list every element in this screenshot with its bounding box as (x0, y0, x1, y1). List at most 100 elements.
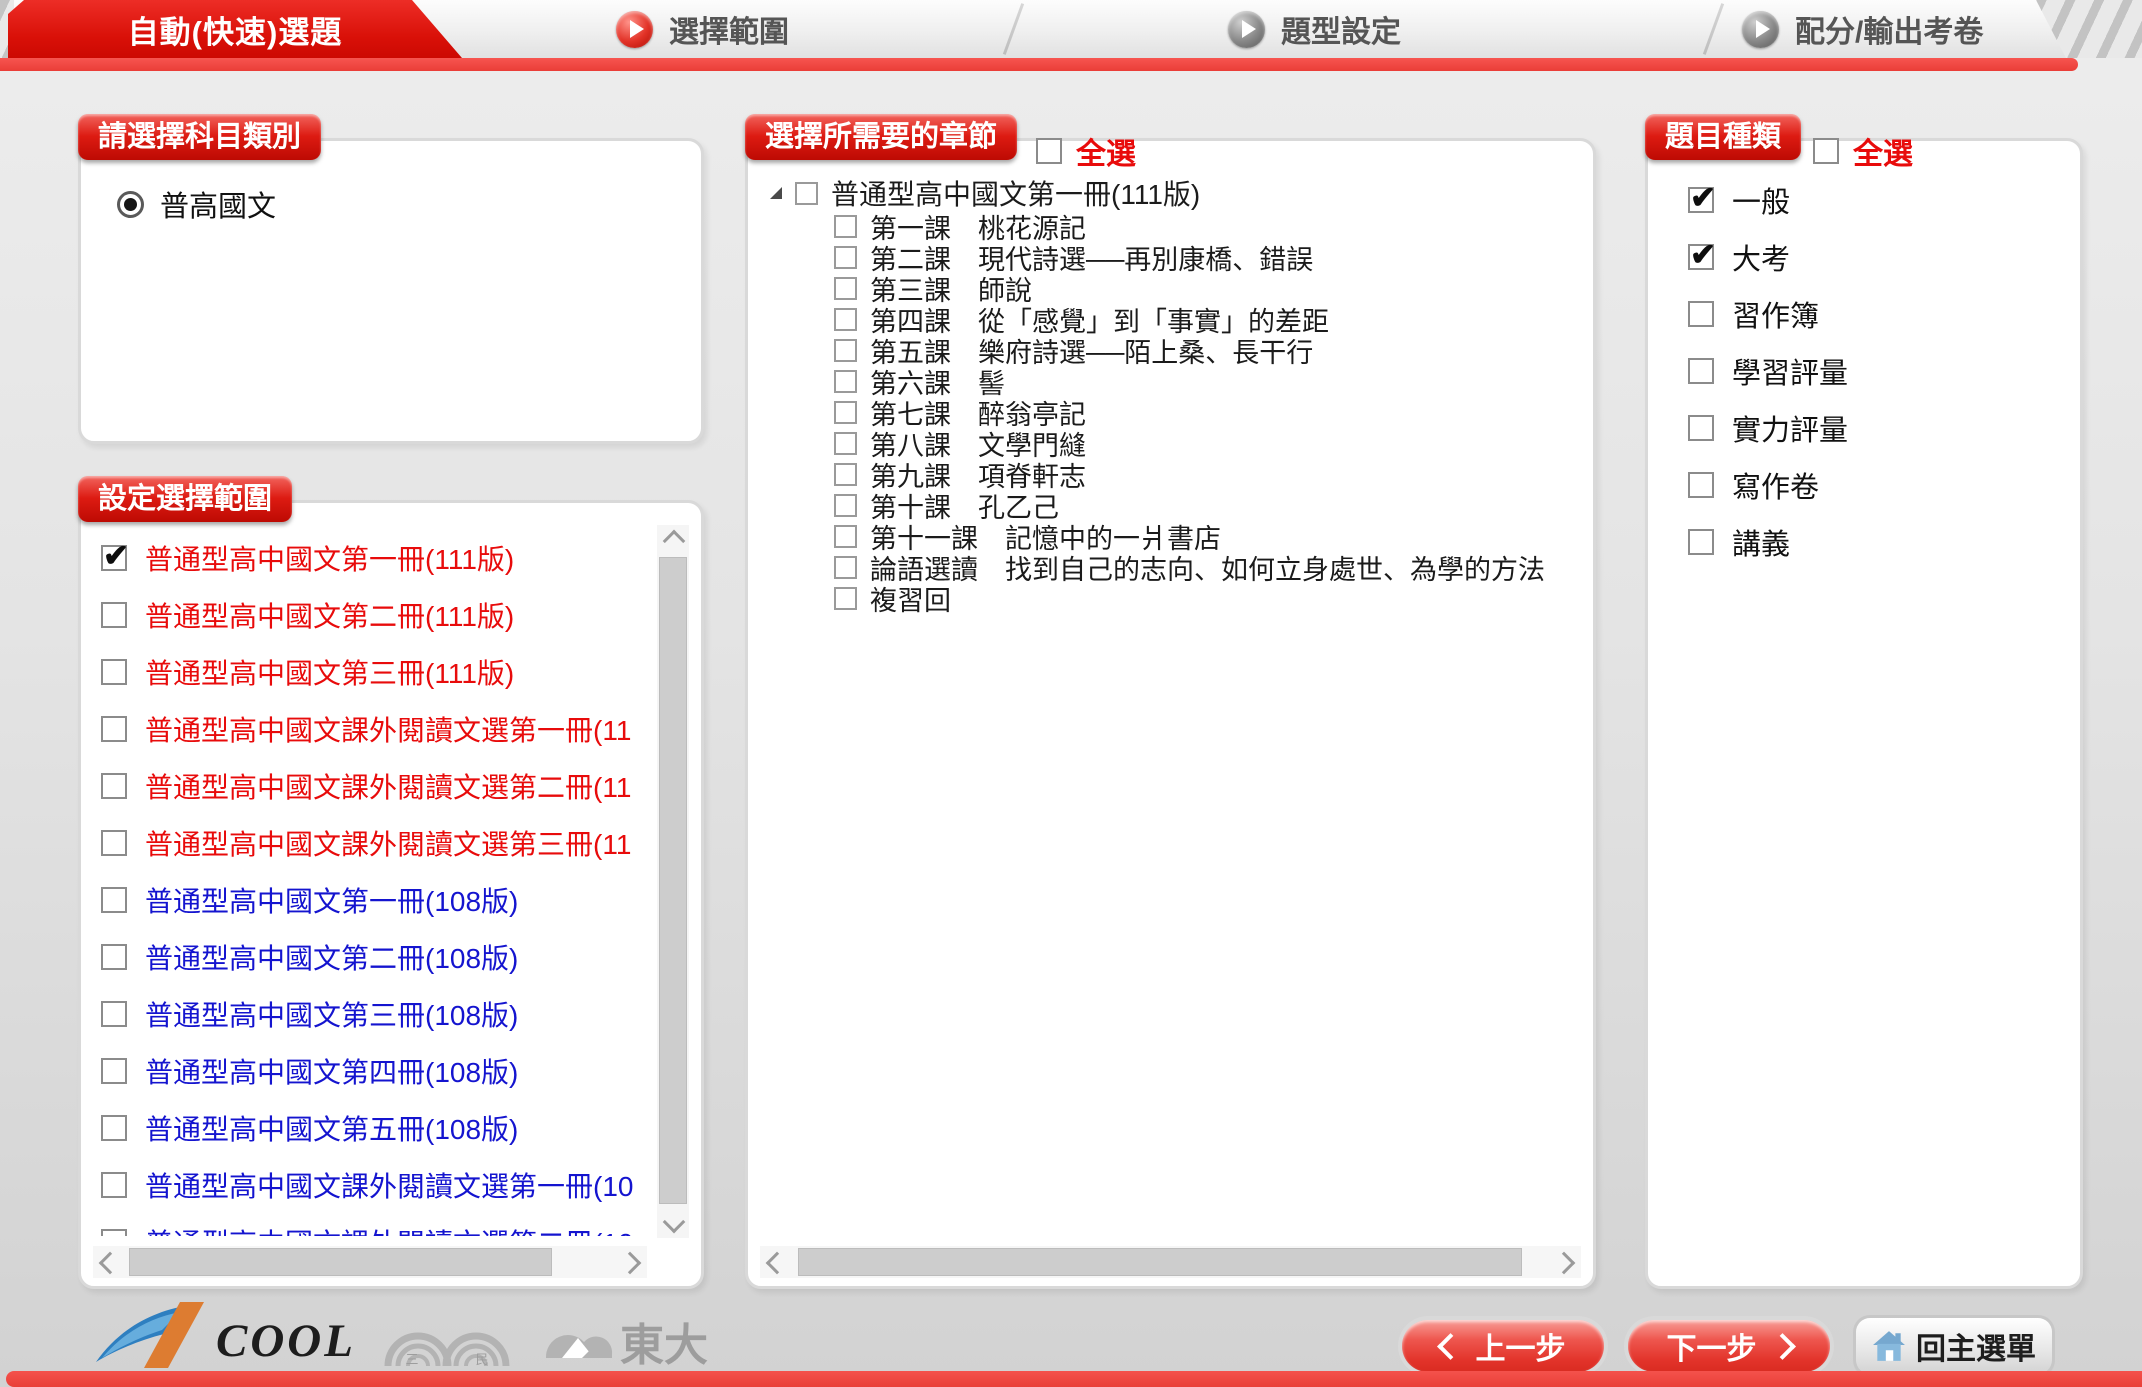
type-list-item[interactable]: 實力評量 (1688, 399, 2066, 456)
type-list-item[interactable]: 學習評量 (1688, 342, 2066, 399)
checkbox[interactable] (834, 587, 857, 610)
scrollbar-thumb[interactable] (798, 1248, 1522, 1276)
checkbox[interactable] (101, 1058, 127, 1084)
checkbox[interactable] (101, 1115, 127, 1141)
checkbox[interactable] (101, 773, 127, 799)
range-item-label[interactable]: 普通型高中國文第二冊(108版) (145, 937, 518, 977)
checkbox[interactable] (834, 277, 857, 300)
chapter-tree: 普通型高中國文第一冊(111版) 第一課 桃花源記 第二課 現代詩選──再別康橋… (770, 175, 1583, 1232)
checkbox[interactable] (1688, 472, 1714, 498)
vertical-scrollbar[interactable] (657, 525, 689, 1238)
checkbox[interactable] (834, 339, 857, 362)
chapter-label[interactable]: 複習回 (870, 579, 951, 618)
scrollbar-thumb[interactable] (129, 1248, 552, 1276)
range-item-label[interactable]: 普通型高中國文第一冊(111版) (145, 538, 514, 578)
checkbox[interactable] (834, 308, 857, 331)
tab-question-type-setting[interactable]: 題型設定 (1228, 0, 1401, 58)
checkbox[interactable] (834, 215, 857, 238)
checkbox[interactable] (101, 602, 127, 628)
tab-select-range[interactable]: 選擇範圍 (616, 0, 789, 58)
next-step-button[interactable]: 下一步 (1628, 1320, 1830, 1372)
prev-step-button[interactable]: 上一步 (1402, 1320, 1604, 1372)
checkbox[interactable] (834, 463, 857, 486)
range-item-label[interactable]: 普通型高中國文課外閱讀文選第一冊(11 (145, 709, 631, 749)
range-list-item[interactable]: 普通型高中國文第五冊(108版) (101, 1099, 647, 1156)
range-item-label[interactable]: 普通型高中國文第三冊(108版) (145, 994, 518, 1034)
range-list-item[interactable]: 普通型高中國文課外閱讀文選第二冊(11 (101, 757, 647, 814)
scroll-right-icon[interactable] (1553, 1252, 1576, 1275)
checkbox[interactable] (1688, 244, 1714, 270)
checkbox[interactable] (834, 494, 857, 517)
checkbox[interactable] (834, 556, 857, 579)
checkbox[interactable] (1813, 138, 1839, 164)
checkbox[interactable] (1688, 415, 1714, 441)
radio-icon[interactable] (117, 191, 144, 218)
checkbox[interactable] (101, 659, 127, 685)
range-list-item[interactable]: 普通型高中國文第一冊(111版) (101, 529, 647, 586)
range-list-item[interactable]: 普通型高中國文第二冊(108版) (101, 928, 647, 985)
chapters-select-all[interactable]: 全選 (1036, 129, 1136, 173)
chapter-tree-root[interactable]: 普通型高中國文第一冊(111版) (770, 175, 1583, 211)
checkbox[interactable] (101, 830, 127, 856)
checkbox[interactable] (1688, 529, 1714, 555)
types-select-all[interactable]: 全選 (1813, 129, 1913, 173)
main-menu-button[interactable]: 回主選單 (1856, 1318, 2052, 1374)
chapter-label[interactable]: 論語選讀 找到自己的志向、如何立身處世、為學的方法 (870, 548, 1545, 587)
checkbox[interactable] (101, 887, 127, 913)
checkbox[interactable] (795, 182, 818, 205)
cool-logo-mark (92, 1300, 212, 1370)
range-list-item[interactable]: 普通型高中國文第三冊(108版) (101, 985, 647, 1042)
horizontal-scrollbar[interactable] (93, 1246, 647, 1278)
range-list-item[interactable]: 普通型高中國文第三冊(111版) (101, 643, 647, 700)
range-item-label[interactable]: 普通型高中國文第四冊(108版) (145, 1051, 518, 1091)
checkbox[interactable] (834, 432, 857, 455)
chapter-tree-item[interactable]: 複習回 (834, 583, 1583, 614)
range-item-label[interactable]: 普通型高中國文課外閱讀文選第二冊(11 (145, 766, 631, 806)
range-list-item[interactable]: 普通型高中國文第一冊(108版) (101, 871, 647, 928)
scroll-left-icon[interactable] (766, 1252, 789, 1275)
tab-auto-quick-select[interactable]: 自動(快速)選題 (8, 0, 462, 58)
checkbox[interactable] (1688, 301, 1714, 327)
type-list-item[interactable]: 一般 (1688, 171, 2066, 228)
checkbox[interactable] (101, 1229, 127, 1237)
checkbox[interactable] (1036, 138, 1062, 164)
type-list-item[interactable]: 大考 (1688, 228, 2066, 285)
type-list-item[interactable]: 寫作卷 (1688, 456, 2066, 513)
type-list-item[interactable]: 講義 (1688, 513, 2066, 570)
dongda-logo-text: 東大 (620, 1321, 708, 1370)
scroll-down-icon[interactable] (663, 1211, 686, 1234)
range-list-item[interactable]: 普通型高中國文課外閱讀文選第一冊(10 (101, 1156, 647, 1213)
checkbox[interactable] (1688, 358, 1714, 384)
range-list-item[interactable]: 普通型高中國文第四冊(108版) (101, 1042, 647, 1099)
scroll-up-icon[interactable] (663, 530, 686, 553)
range-item-label[interactable]: 普通型高中國文第一冊(108版) (145, 880, 518, 920)
checkbox[interactable] (834, 401, 857, 424)
checkbox[interactable] (101, 1001, 127, 1027)
horizontal-scrollbar[interactable] (760, 1246, 1581, 1278)
checkbox[interactable] (834, 246, 857, 269)
checkbox[interactable] (101, 545, 127, 571)
scroll-right-icon[interactable] (619, 1252, 642, 1275)
range-item-label[interactable]: 普通型高中國文第三冊(111版) (145, 652, 514, 692)
checkbox[interactable] (101, 1172, 127, 1198)
checkbox[interactable] (101, 716, 127, 742)
checkbox[interactable] (1688, 187, 1714, 213)
scrollbar-thumb[interactable] (659, 557, 687, 1204)
tree-expander-icon[interactable] (770, 187, 782, 199)
range-item-label[interactable]: 普通型高中國文第二冊(111版) (145, 595, 514, 635)
range-list-item[interactable]: 普通型高中國文課外閱讀文選第一冊(11 (101, 700, 647, 757)
range-item-label[interactable]: 普通型高中國文課外閱讀文選第一冊(10 (145, 1165, 633, 1205)
range-item-label[interactable]: 普通型高中國文課外閱讀文選第二冊(10 (145, 1222, 633, 1237)
checkbox[interactable] (101, 944, 127, 970)
tab-scoring-output[interactable]: 配分/輸出考卷 (1742, 0, 1983, 58)
range-list-item[interactable]: 普通型高中國文課外閱讀文選第二冊(10 (101, 1213, 647, 1236)
checkbox[interactable] (834, 370, 857, 393)
scroll-left-icon[interactable] (99, 1252, 122, 1275)
subject-radio-option[interactable]: 普高國文 (117, 183, 701, 225)
type-list-item[interactable]: 習作簿 (1688, 285, 2066, 342)
checkbox[interactable] (834, 525, 857, 548)
range-list-item[interactable]: 普通型高中國文課外閱讀文選第三冊(11 (101, 814, 647, 871)
range-item-label[interactable]: 普通型高中國文課外閱讀文選第三冊(11 (145, 823, 631, 863)
range-item-label[interactable]: 普通型高中國文第五冊(108版) (145, 1108, 518, 1148)
range-list-item[interactable]: 普通型高中國文第二冊(111版) (101, 586, 647, 643)
